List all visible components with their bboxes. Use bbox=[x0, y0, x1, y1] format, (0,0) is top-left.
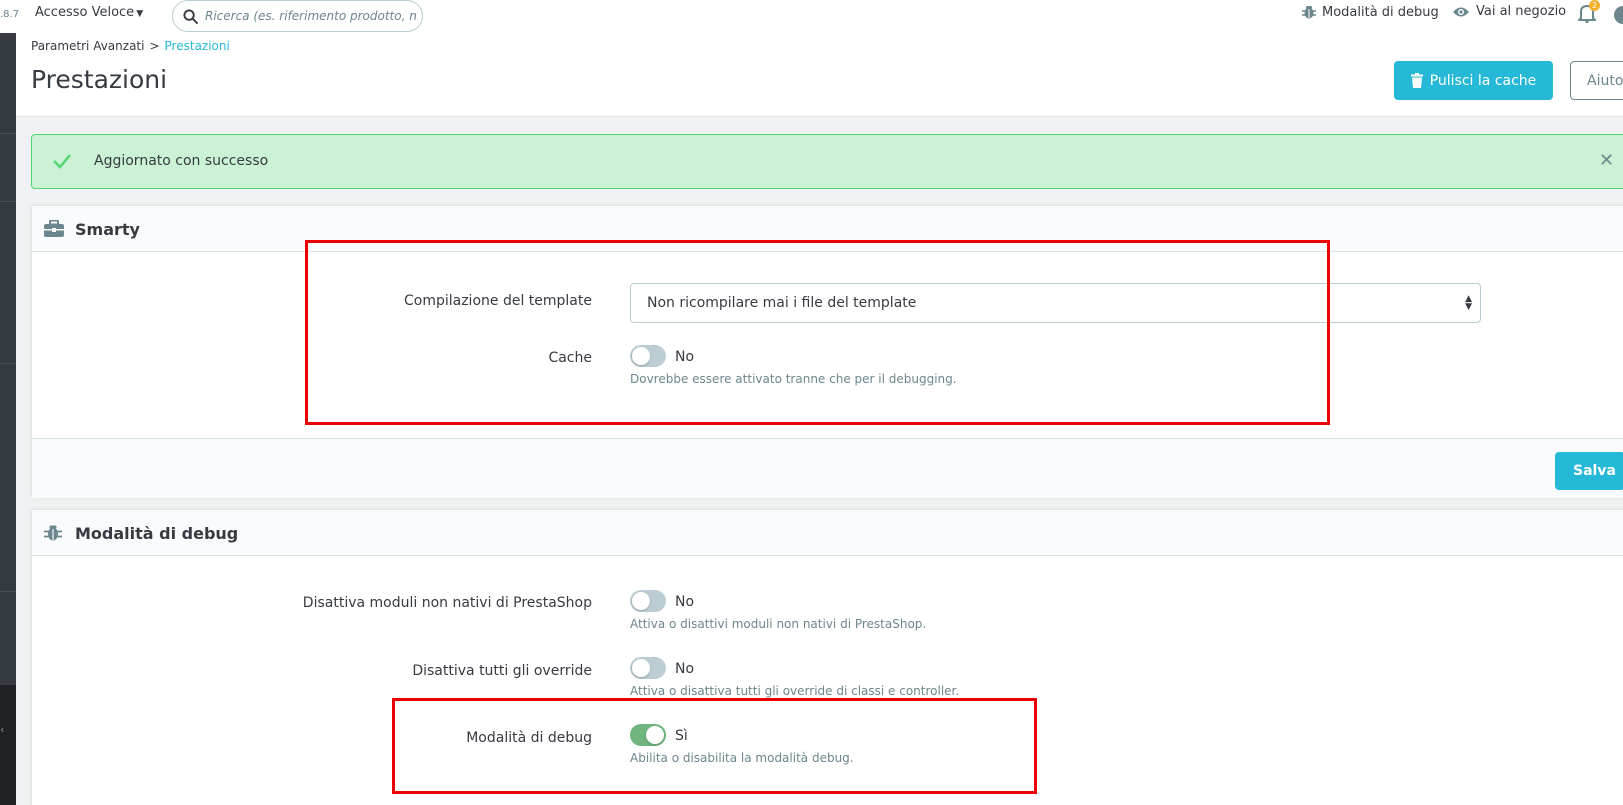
save-button[interactable]: Salva bbox=[1555, 452, 1623, 490]
search-box bbox=[172, 0, 423, 32]
bug-icon bbox=[44, 525, 62, 541]
avatar[interactable] bbox=[1614, 6, 1623, 24]
debug-mode-label: Modalità di debug bbox=[1322, 4, 1439, 20]
smarty-card-footer: Salva bbox=[32, 438, 1623, 498]
page-header: Parametri Avanzati > Prestazioni Prestazio… bbox=[16, 33, 1623, 117]
sidebar-divider bbox=[0, 133, 16, 134]
debug-title: Modalità di debug bbox=[75, 524, 239, 543]
search-icon[interactable] bbox=[183, 9, 198, 24]
top-bar: .8.7 Accesso Veloce▼ Modalità di debug bbox=[0, 0, 1623, 33]
quick-access-label: Accesso Veloce bbox=[35, 5, 135, 20]
breadcrumb: Parametri Avanzati > Prestazioni bbox=[31, 39, 230, 53]
sidebar-divider bbox=[0, 201, 16, 202]
version-label: .8.7 bbox=[0, 9, 20, 20]
briefcase-icon bbox=[44, 220, 64, 237]
success-alert: Aggiornato con successo ✕ bbox=[31, 134, 1623, 189]
disable-overrides-toggle[interactable] bbox=[630, 657, 666, 679]
select-arrows-icon: ▲ ▼ bbox=[1465, 294, 1472, 312]
clear-cache-button[interactable]: Pulisci la cache bbox=[1394, 61, 1553, 100]
debug-mode-link[interactable]: Modalità di debug bbox=[1302, 4, 1439, 20]
quick-access-menu[interactable]: Accesso Veloce ▼ bbox=[35, 5, 143, 20]
page-title: Prestazioni bbox=[31, 65, 168, 94]
breadcrumb-separator: > bbox=[149, 39, 160, 53]
breadcrumb-current[interactable]: Prestazioni bbox=[165, 39, 230, 53]
sidebar-divider bbox=[0, 363, 16, 364]
view-shop-label: Vai al negozio bbox=[1476, 4, 1567, 19]
disable-overrides-help: Attiva o disattiva tutti gli override di… bbox=[630, 684, 960, 698]
notifications-button[interactable]: 2 bbox=[1578, 0, 1600, 27]
disable-overrides-label: Disattiva tutti gli override bbox=[412, 663, 592, 679]
alert-message: Aggiornato con successo bbox=[94, 153, 269, 169]
disable-modules-value: No bbox=[675, 594, 695, 610]
close-icon[interactable]: ✕ bbox=[1599, 150, 1614, 171]
notifications-badge: 2 bbox=[1589, 0, 1600, 11]
eye-icon bbox=[1453, 7, 1469, 16]
toggle-knob bbox=[632, 592, 650, 610]
toggle-knob bbox=[632, 659, 650, 677]
caret-down-icon: ▼ bbox=[136, 9, 144, 19]
sidebar-footer bbox=[0, 685, 16, 805]
disable-overrides-value: No bbox=[675, 661, 695, 677]
view-shop-link[interactable]: Vai al negozio bbox=[1452, 4, 1566, 19]
disable-modules-label: Disattiva moduli non nativi di PrestaSho… bbox=[302, 595, 592, 611]
highlight-box bbox=[305, 240, 1330, 425]
breadcrumb-parent[interactable]: Parametri Avanzati bbox=[31, 39, 144, 53]
search-input[interactable] bbox=[205, 7, 417, 25]
collapse-sidebar-icon[interactable]: ‹ bbox=[0, 723, 4, 736]
disable-modules-toggle[interactable] bbox=[630, 590, 666, 612]
bug-icon bbox=[1302, 6, 1316, 19]
trash-icon bbox=[1410, 73, 1423, 88]
check-icon bbox=[53, 154, 71, 169]
clear-cache-label: Pulisci la cache bbox=[1429, 72, 1537, 89]
performance-page: ‹ .8.7 Accesso Veloce▼ Modalità di debug bbox=[0, 0, 1623, 805]
sidebar-divider bbox=[0, 591, 16, 592]
smarty-title: Smarty bbox=[75, 220, 140, 239]
highlight-box bbox=[392, 698, 1037, 794]
sidebar: ‹ bbox=[0, 33, 16, 805]
debug-card-header: Modalità di debug bbox=[32, 510, 1623, 556]
disable-modules-help: Attiva o disattivi moduli non nativi di … bbox=[630, 617, 927, 631]
help-button[interactable]: Aiuto bbox=[1570, 61, 1623, 100]
